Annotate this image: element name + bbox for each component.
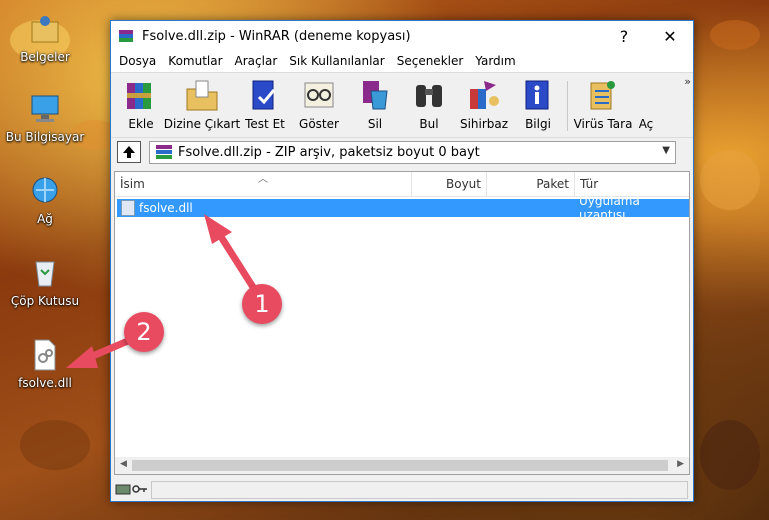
toolbar-separator	[567, 81, 568, 131]
desktop-icon-network[interactable]: Ağ	[0, 174, 90, 226]
file-type: Uygulama uzantısı	[579, 194, 640, 222]
test-label: Test Et	[245, 117, 285, 131]
scroll-left-icon[interactable]: ◀	[120, 459, 127, 469]
column-header-type[interactable]: Tür	[575, 172, 689, 196]
up-folder-button[interactable]	[117, 141, 141, 163]
menu-item-options[interactable]: Seçenekler	[391, 54, 470, 68]
desktop-icon-label: Çöp Kutusu	[10, 294, 80, 308]
open-icon	[636, 77, 656, 113]
virus-scan-label: Virüs Tara	[573, 117, 633, 131]
delete-button[interactable]: Sil	[347, 73, 403, 137]
find-label: Bul	[419, 117, 439, 131]
sort-ascending-icon: ︿	[258, 174, 268, 185]
step-badge-2: 2	[124, 312, 164, 352]
test-book-icon	[247, 77, 283, 113]
info-button[interactable]: Bilgi	[513, 73, 563, 137]
file-list: İsim Boyut Paket Tür ︿ fsolve.dll Uygula…	[114, 171, 690, 475]
wizard-button[interactable]: Sihirbaz	[455, 73, 513, 137]
step-badge-1: 1	[242, 284, 282, 324]
virus-scan-icon	[585, 77, 621, 113]
winrar-app-icon	[119, 30, 133, 42]
info-icon	[520, 77, 556, 113]
title-bar[interactable]: Fsolve.dll.zip - WinRAR (deneme kopyası)…	[111, 21, 693, 51]
test-button[interactable]: Test Et	[239, 73, 291, 137]
window-title: Fsolve.dll.zip - WinRAR (deneme kopyası)	[142, 28, 411, 44]
path-bar: Fsolve.dll.zip - ZIP arşiv, paketsiz boy…	[111, 137, 693, 166]
chevron-down-icon[interactable]: ▼	[662, 145, 670, 156]
find-button[interactable]: Bul	[403, 73, 455, 137]
delete-label: Sil	[367, 117, 383, 131]
desktop-icon-fsolve-dll[interactable]: fsolve.dll	[0, 338, 90, 390]
file-name: fsolve.dll	[139, 201, 193, 215]
dll-file-icon	[28, 338, 62, 372]
status-text-area	[151, 481, 688, 499]
dll-file-icon	[121, 200, 135, 216]
menu-bar: Dosya Komutlar Araçlar Sık Kullanılanlar…	[111, 51, 693, 72]
add-button[interactable]: Ekle	[117, 73, 165, 137]
binoculars-icon	[411, 77, 447, 113]
menu-item-tools[interactable]: Araçlar	[229, 54, 284, 68]
open-button[interactable]: Aç	[634, 73, 658, 137]
column-header-size[interactable]: Boyut	[412, 172, 487, 196]
table-row[interactable]: fsolve.dll Uygulama uzantısı	[117, 194, 689, 222]
desktop-icon-recycle-bin[interactable]: Çöp Kutusu	[0, 256, 90, 308]
extract-label: Dizine Çıkart	[163, 117, 241, 131]
books-add-icon	[123, 77, 159, 113]
desktop-icon-label: Bu Bilgisayar	[5, 130, 85, 144]
close-button[interactable]: ✕	[647, 21, 693, 51]
view-button[interactable]: Göster	[291, 73, 347, 137]
horizontal-scrollbar[interactable]: ◀ ▶	[115, 457, 689, 474]
menu-item-commands[interactable]: Komutlar	[162, 54, 228, 68]
info-label: Bilgi	[525, 117, 551, 131]
user-folder-icon	[28, 12, 62, 46]
extract-button[interactable]: Dizine Çıkart	[163, 73, 241, 137]
path-text: Fsolve.dll.zip - ZIP arşiv, paketsiz boy…	[178, 144, 480, 160]
add-label: Ekle	[128, 117, 154, 131]
menu-item-help[interactable]: Yardım	[469, 54, 521, 68]
drive-key-icon	[115, 482, 149, 496]
view-label: Göster	[299, 117, 339, 131]
desktop-icon-label: Ağ	[37, 212, 53, 226]
winrar-window: Fsolve.dll.zip - WinRAR (deneme kopyası)…	[110, 20, 694, 502]
archive-icon	[156, 145, 172, 159]
toolbar-overflow-chevron-icon[interactable]: »	[684, 75, 691, 88]
up-arrow-icon	[123, 146, 135, 158]
wizard-label: Sihirbaz	[459, 117, 509, 131]
delete-icon	[357, 77, 393, 113]
view-glasses-icon	[301, 77, 337, 113]
virus-scan-button[interactable]: Virüs Tara	[572, 73, 634, 137]
toolbar: Ekle Dizine Çıkart Test Et Göster Sil Bu…	[111, 72, 693, 137]
status-bar	[111, 477, 697, 501]
desktop-icon-this-pc[interactable]: Bu Bilgisayar	[0, 92, 90, 144]
desktop-icon-label: Belgeler	[20, 50, 70, 64]
menu-item-favorites[interactable]: Sık Kullanılanlar	[283, 54, 390, 68]
help-button[interactable]: ?	[601, 21, 647, 51]
extract-folder-icon	[184, 77, 220, 113]
scroll-right-icon[interactable]: ▶	[677, 459, 684, 469]
column-header-packed[interactable]: Paket	[487, 172, 575, 196]
scrollbar-thumb[interactable]	[132, 460, 668, 471]
menu-item-file[interactable]: Dosya	[113, 54, 162, 68]
network-icon	[28, 174, 62, 208]
recycle-bin-icon	[28, 256, 62, 290]
path-dropdown[interactable]: Fsolve.dll.zip - ZIP arşiv, paketsiz boy…	[149, 140, 676, 164]
desktop-icon-label: fsolve.dll	[18, 376, 72, 390]
desktop-icon-documents[interactable]: Belgeler	[0, 12, 90, 64]
open-label: Aç	[638, 117, 654, 131]
wizard-icon	[466, 77, 502, 113]
computer-icon	[28, 92, 62, 126]
